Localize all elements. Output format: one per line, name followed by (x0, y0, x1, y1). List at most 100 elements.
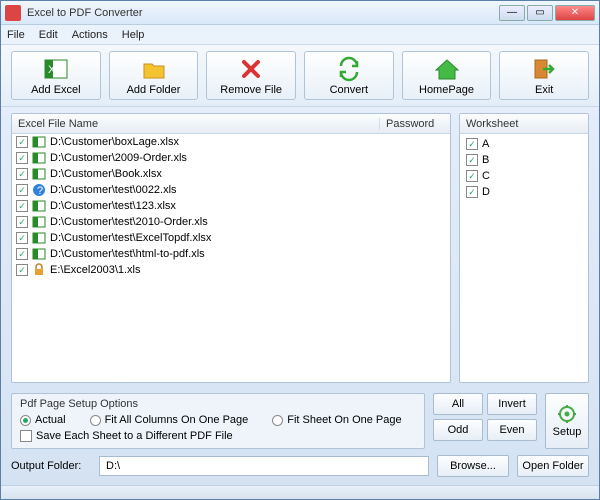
invert-button[interactable]: Invert (487, 393, 537, 415)
menu-file[interactable]: File (7, 29, 25, 41)
maximize-button[interactable]: ▭ (527, 5, 553, 21)
file-path: D:\Customer\test\html-to-pdf.xls (50, 248, 205, 260)
remove-icon (238, 56, 264, 82)
checkbox-save-each-sheet[interactable]: Save Each Sheet to a Different PDF File (20, 430, 416, 442)
file-path: D:\Customer\test\0022.xls (50, 184, 177, 196)
menu-actions[interactable]: Actions (72, 29, 108, 41)
file-row[interactable]: ✓ D:\Customer\test\123.xlsx (12, 198, 450, 214)
xls-icon (32, 151, 46, 165)
checkbox-icon[interactable]: ✓ (466, 186, 478, 198)
col-filename[interactable]: Excel File Name (12, 118, 380, 130)
pdf-setup-legend: Pdf Page Setup Options (20, 398, 416, 410)
xls-icon (32, 167, 46, 181)
worksheet-row[interactable]: ✓A (462, 136, 586, 152)
svg-text:?: ? (37, 185, 43, 197)
lock-icon (32, 263, 46, 277)
convert-button[interactable]: Convert (304, 51, 394, 100)
checkbox-icon[interactable]: ✓ (16, 200, 28, 212)
worksheet-row[interactable]: ✓D (462, 184, 586, 200)
file-row[interactable]: ✓D:\Customer\Book.xlsx (12, 166, 450, 182)
titlebar: Excel to PDF Converter — ▭ ✕ (1, 1, 599, 25)
output-folder-label: Output Folder: (11, 460, 91, 472)
file-path: E:\Excel2003\1.xls (50, 264, 141, 276)
xls-icon (32, 135, 46, 149)
radio-fit-sheet[interactable]: Fit Sheet On One Page (272, 414, 401, 426)
menu-edit[interactable]: Edit (39, 29, 58, 41)
output-folder-input[interactable]: D:\ (99, 456, 429, 476)
checkbox-icon (20, 430, 32, 442)
worksheet-row[interactable]: ✓C (462, 168, 586, 184)
worksheet-panel: Worksheet ✓A✓B✓C✓D (459, 113, 589, 383)
xls-icon (32, 199, 46, 213)
even-button[interactable]: Even (487, 419, 537, 441)
app-window: Excel to PDF Converter — ▭ ✕ File Edit A… (0, 0, 600, 500)
file-list-header: Excel File Name Password (12, 114, 450, 134)
checkbox-icon[interactable]: ✓ (16, 216, 28, 228)
radio-fit-columns[interactable]: Fit All Columns On One Page (90, 414, 249, 426)
worksheet-rows[interactable]: ✓A✓B✓C✓D (460, 134, 588, 382)
file-rows[interactable]: ✓ D:\Customer\boxLage.xlsx ✓ D:\Customer\20… (12, 134, 450, 382)
gear-icon (557, 404, 577, 424)
worksheet-name: B (482, 154, 489, 166)
worksheet-name: A (482, 138, 489, 150)
file-row[interactable]: ✓ D:\Customer\test\ExcelTopdf.xlsx (12, 230, 450, 246)
col-worksheet[interactable]: Worksheet (460, 118, 524, 130)
checkbox-icon[interactable]: ✓ (16, 232, 28, 244)
radio-dot-icon (20, 415, 31, 426)
remove-file-button[interactable]: Remove File (206, 51, 296, 100)
checkbox-icon[interactable]: ✓ (16, 248, 28, 260)
file-path: D:\Customer\test\2010-Order.xls (50, 216, 208, 228)
xls-icon (32, 231, 46, 245)
checkbox-icon[interactable]: ✓ (466, 154, 478, 166)
excel-icon: X (43, 56, 69, 82)
radio-dot-icon (90, 415, 101, 426)
folder-icon (141, 56, 167, 82)
file-row[interactable]: ✓ D:\Customer\test\2010-Order.xls (12, 214, 450, 230)
checkbox-icon[interactable]: ✓ (16, 184, 28, 196)
homepage-button[interactable]: HomePage (402, 51, 492, 100)
file-path: D:\Customer\test\123.xlsx (50, 200, 176, 212)
exit-button[interactable]: Exit (499, 51, 589, 100)
toolbar: X Add Excel Add Folder Remove File Conve… (1, 45, 599, 107)
file-row[interactable]: ✓ D:\Customer\test\html-to-pdf.xls (12, 246, 450, 262)
file-path: D:\Customer\test\ExcelTopdf.xlsx (50, 232, 211, 244)
odd-button[interactable]: Odd (433, 419, 483, 441)
menu-help[interactable]: Help (122, 29, 145, 41)
file-path: D:\Customer\boxLage.xlsx (50, 136, 179, 148)
checkbox-icon[interactable]: ✓ (16, 152, 28, 164)
file-row[interactable]: ✓ E:\Excel2003\1.xls (12, 262, 450, 278)
minimize-button[interactable]: — (499, 5, 525, 21)
all-button[interactable]: All (433, 393, 483, 415)
file-row[interactable]: ✓ D:\Customer\boxLage.xlsx (12, 134, 450, 150)
selection-buttons: All Invert Odd Even (433, 393, 537, 449)
close-button[interactable]: ✕ (555, 5, 595, 21)
col-password[interactable]: Password (380, 118, 450, 130)
worksheet-name: C (482, 170, 490, 182)
checkbox-icon[interactable]: ✓ (16, 168, 28, 180)
xls-icon (32, 215, 46, 229)
bottom-panel: Pdf Page Setup Options Actual Fit All Co… (1, 389, 599, 485)
setup-button[interactable]: Setup (545, 393, 589, 449)
browse-button[interactable]: Browse... (437, 455, 509, 477)
statusbar (1, 485, 599, 499)
app-icon (5, 5, 21, 21)
svg-text:X: X (48, 64, 56, 76)
file-list-panel: Excel File Name Password ✓ D:\Customer\bo… (11, 113, 451, 383)
checkbox-icon[interactable]: ✓ (466, 170, 478, 182)
add-excel-button[interactable]: X Add Excel (11, 51, 101, 100)
checkbox-icon[interactable]: ✓ (16, 136, 28, 148)
convert-icon (336, 56, 362, 82)
exit-icon (531, 56, 557, 82)
file-path: D:\Customer\2009-Order.xls (50, 152, 187, 164)
radio-actual[interactable]: Actual (20, 414, 66, 426)
worksheet-name: D (482, 186, 490, 198)
open-folder-button[interactable]: Open Folder (517, 455, 589, 477)
file-row[interactable]: ✓ D:\Customer\2009-Order.xls (12, 150, 450, 166)
checkbox-icon[interactable]: ✓ (466, 138, 478, 150)
file-row[interactable]: ✓? D:\Customer\test\0022.xls (12, 182, 450, 198)
worksheet-row[interactable]: ✓B (462, 152, 586, 168)
add-folder-button[interactable]: Add Folder (109, 51, 199, 100)
checkbox-icon[interactable]: ✓ (16, 264, 28, 276)
radio-dot-icon (272, 415, 283, 426)
help-icon: ? (32, 183, 46, 197)
